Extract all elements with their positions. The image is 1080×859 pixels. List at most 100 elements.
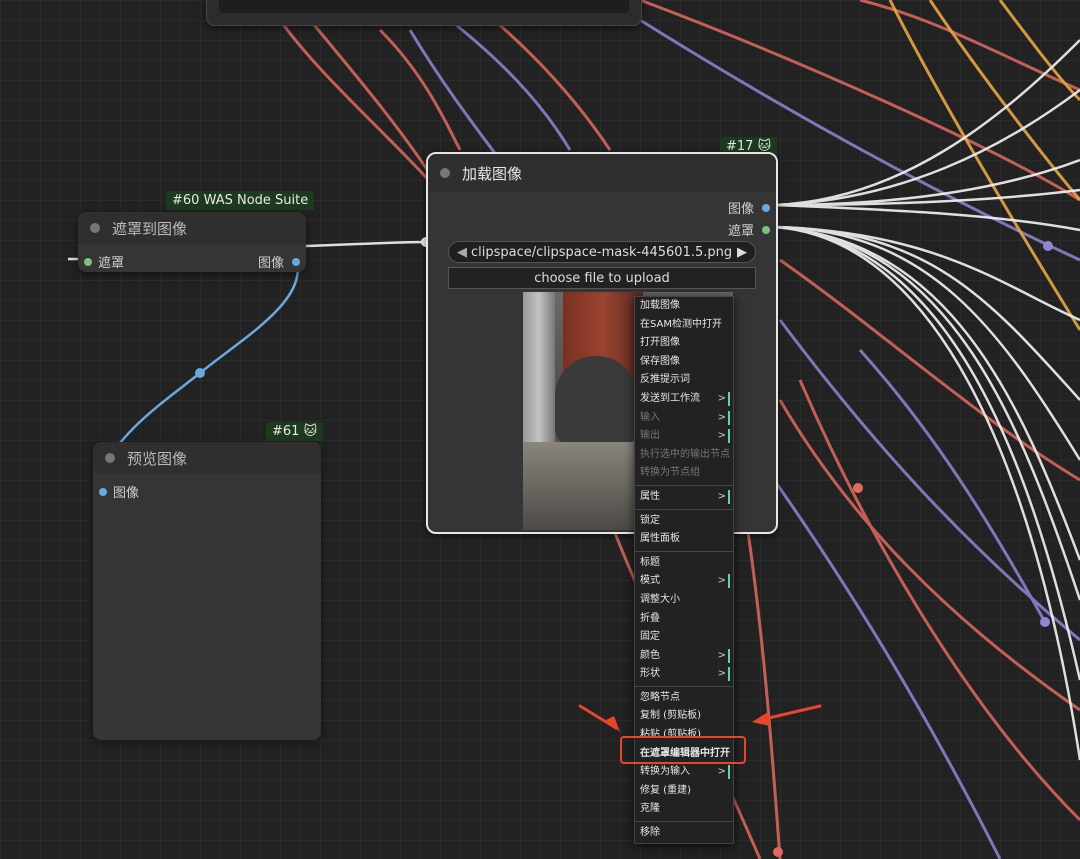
menu-item[interactable]: 模式 > <box>635 572 733 591</box>
collapse-dot-icon[interactable] <box>90 223 100 233</box>
menu-item-label: 保存图像 <box>640 355 680 367</box>
menu-item-label: 复制 (剪贴板) <box>640 710 701 722</box>
preview-image-node[interactable]: 预览图像 图像 <box>93 442 321 740</box>
menu-item-label: 调整大小 <box>640 593 680 605</box>
submenu-arrow-icon: > <box>718 489 730 504</box>
upload-button-label: choose file to upload <box>534 270 670 286</box>
submenu-arrow-icon: > <box>718 765 730 780</box>
menu-separator <box>635 508 733 510</box>
menu-item-label: 移除 <box>640 827 660 839</box>
submenu-arrow-icon: > <box>718 648 730 663</box>
menu-separator <box>635 484 733 486</box>
menu-item: 转换为节点组 <box>635 464 733 483</box>
menu-item[interactable]: 保存图像 <box>635 353 733 372</box>
output-slot-label: 遮罩 <box>727 224 754 239</box>
menu-item[interactable]: 颜色 > <box>635 647 733 666</box>
menu-item[interactable]: 属性 > <box>635 488 733 507</box>
menu-item-label: 输出 <box>640 430 660 442</box>
node-title-bar[interactable]: 加载图像 <box>428 154 776 192</box>
node-badge: #61 🐱 <box>266 422 324 441</box>
menu-item-label: 转换为节点组 <box>640 467 700 479</box>
red-link <box>859 0 1080 92</box>
menu-item-label: 锁定 <box>640 514 660 526</box>
menu-item[interactable]: 属性面板 <box>635 530 733 549</box>
menu-item[interactable]: 移除 <box>635 824 733 843</box>
menu-item-label: 转换为输入 <box>640 766 690 778</box>
menu-item-label: 打开图像 <box>640 337 680 349</box>
menu-item[interactable]: 在SAM检测中打开 <box>635 316 733 335</box>
partial-node-body <box>219 0 629 13</box>
menu-item: 输出 > <box>635 427 733 446</box>
menu-item-label: 属性面板 <box>640 533 680 545</box>
input-slot-image[interactable]: 图像 <box>99 482 139 501</box>
mask-slot-icon[interactable] <box>762 225 770 234</box>
output-slot-image[interactable]: 图像 <box>258 252 300 271</box>
white-link <box>774 158 1080 207</box>
menu-item[interactable]: 反推提示词 <box>635 371 733 390</box>
menu-item-label: 模式 <box>640 575 660 587</box>
image-slot-icon[interactable] <box>292 257 300 266</box>
image-slot-icon[interactable] <box>762 203 770 212</box>
menu-item[interactable]: 忽略节点 <box>635 689 733 708</box>
partial-node-top[interactable] <box>206 0 642 26</box>
menu-item[interactable]: 标题 <box>635 554 733 573</box>
menu-item-label: 标题 <box>640 556 660 568</box>
menu-item[interactable]: 加载图像 <box>635 297 733 316</box>
menu-item[interactable]: 打开图像 <box>635 334 733 353</box>
annotation-arrow <box>578 704 618 730</box>
output-slot-mask[interactable]: 遮罩 <box>728 220 770 239</box>
white-link <box>774 225 1080 681</box>
output-slot-image[interactable]: 图像 <box>728 198 770 217</box>
menu-item[interactable]: 克隆 <box>635 800 733 819</box>
white-link <box>774 203 1080 232</box>
menu-item-label: 反推提示词 <box>640 374 690 386</box>
menu-item-label: 克隆 <box>640 803 660 815</box>
submenu-arrow-icon: > <box>718 429 730 444</box>
input-slot-mask[interactable]: 遮罩 <box>84 252 124 271</box>
input-slot-label: 遮罩 <box>98 256 125 271</box>
menu-item-label: 发送到工作流 <box>640 392 700 404</box>
menu-item[interactable]: 发送到工作流 > <box>635 390 733 409</box>
menu-item[interactable]: 折叠 <box>635 610 733 629</box>
menu-item-label: 固定 <box>640 631 660 643</box>
annotation-highlight-box <box>620 736 746 764</box>
menu-item-label: 折叠 <box>640 612 660 624</box>
submenu-arrow-icon: > <box>718 391 730 406</box>
image-slot-icon[interactable] <box>99 487 107 496</box>
reroute-dot <box>1040 617 1050 627</box>
collapse-dot-icon[interactable] <box>105 453 115 463</box>
menu-item[interactable]: 调整大小 <box>635 591 733 610</box>
node-title: 遮罩到图像 <box>112 219 188 238</box>
menu-item-label: 颜色 <box>640 649 660 661</box>
mask-to-image-node[interactable]: 遮罩到图像 遮罩 图像 <box>78 212 306 272</box>
node-title-bar[interactable]: 遮罩到图像 <box>78 212 306 244</box>
menu-item[interactable]: 转换为输入 > <box>635 763 733 782</box>
annotation-arrowhead <box>752 712 770 726</box>
white-link <box>305 240 427 248</box>
menu-separator <box>635 550 733 552</box>
node-title: 预览图像 <box>127 449 188 468</box>
image-file-combo[interactable]: ◀ clipspace/clipspace-mask-445601.5.png … <box>448 241 756 263</box>
menu-item-label: 执行选中的输出节点 <box>640 448 730 460</box>
menu-item[interactable]: 复制 (剪贴板) <box>635 707 733 726</box>
menu-item: 输入 > <box>635 409 733 428</box>
orange-link <box>928 0 1080 201</box>
reroute-dot <box>1043 241 1053 251</box>
menu-item[interactable]: 修复 (重建) <box>635 782 733 801</box>
collapse-dot-icon[interactable] <box>440 168 450 178</box>
menu-item[interactable]: 固定 <box>635 628 733 647</box>
node-title-bar[interactable]: 预览图像 <box>93 442 321 474</box>
combo-right-arrow-icon[interactable]: ▶ <box>737 245 747 260</box>
combo-left-arrow-icon[interactable]: ◀ <box>457 245 467 260</box>
mask-slot-icon[interactable] <box>84 257 92 266</box>
white-link <box>774 88 1080 207</box>
menu-item[interactable]: 锁定 <box>635 512 733 531</box>
submenu-arrow-icon: > <box>718 410 730 425</box>
menu-item: 执行选中的输出节点 <box>635 446 733 465</box>
menu-item-label: 在SAM检测中打开 <box>640 318 723 330</box>
menu-item[interactable]: 形状 > <box>635 665 733 684</box>
upload-button[interactable]: choose file to upload <box>448 267 756 289</box>
orange-link <box>998 0 1080 102</box>
white-link <box>774 188 1080 207</box>
output-slot-label: 图像 <box>257 256 284 271</box>
